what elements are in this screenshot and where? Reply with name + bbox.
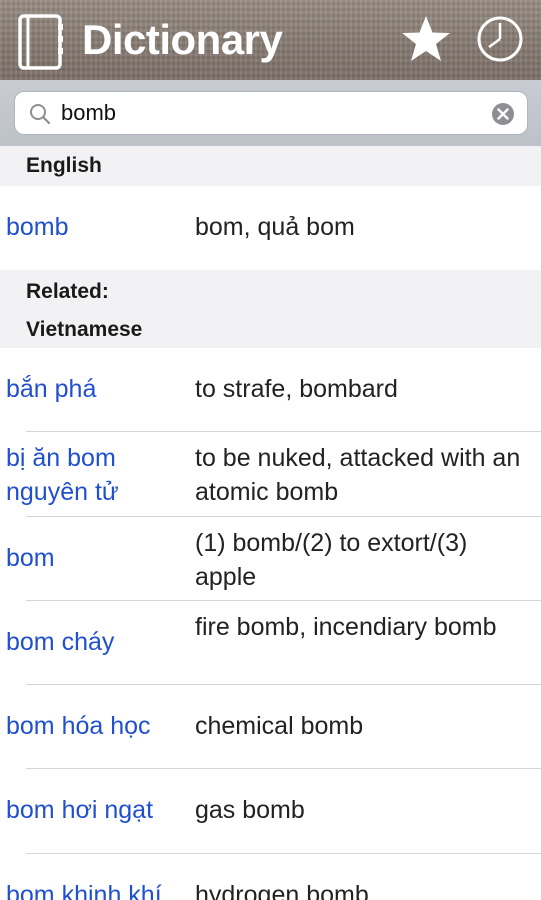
result-row[interactable]: bom hơi ngạt gas bomb [0, 769, 541, 854]
result-definition: chemical bomb [195, 712, 364, 740]
result-row[interactable]: bắn phá to strafe, bombard [0, 348, 541, 432]
app-title: Dictionary [82, 16, 283, 63]
result-term[interactable]: bom [6, 541, 190, 575]
section-header-vietnamese: Vietnamese [26, 318, 143, 341]
search-icon [30, 104, 51, 125]
book-icon[interactable] [17, 14, 65, 70]
result-term[interactable]: bom khinh khí [6, 878, 190, 900]
result-term[interactable]: bị ăn bom nguyên tử [6, 441, 190, 509]
clock-icon[interactable] [475, 14, 525, 64]
search-input[interactable] [61, 92, 481, 134]
app-header: Dictionary [0, 0, 541, 80]
star-icon[interactable] [400, 14, 452, 64]
search-bar [0, 80, 541, 146]
result-row[interactable]: bị ăn bom nguyên tử to be nuked, attacke… [0, 432, 541, 517]
result-definition: (1) bomb/(2) to extort/(3) apple [195, 529, 468, 591]
result-term[interactable]: bom hơi ngạt [6, 793, 190, 827]
result-definition: fire bomb, incendiary bomb [195, 613, 497, 641]
result-definition: to be nuked, attacked with an atomic bom… [195, 444, 521, 506]
search-field[interactable] [14, 91, 528, 135]
section-header-english: English [0, 146, 541, 186]
result-row[interactable]: bom cháy fire bomb, incendiary bomb [0, 601, 541, 685]
result-definition: bom, quả bom [195, 213, 355, 241]
result-row[interactable]: bom (1) bomb/(2) to extort/(3) apple [0, 517, 541, 601]
result-definition: to strafe, bombard [195, 375, 398, 403]
result-term[interactable]: bắn phá [6, 372, 190, 406]
result-row[interactable]: bom khinh khí hydrogen bomb [0, 854, 541, 900]
result-definition: gas bomb [195, 796, 305, 824]
result-row-english[interactable]: bomb bom, quả bom [0, 186, 541, 270]
section-header-related: Related: Vietnamese [0, 270, 541, 348]
related-label: Related: [26, 280, 109, 303]
result-term[interactable]: bomb [6, 210, 190, 244]
result-row[interactable]: bom hóa học chemical bomb [0, 685, 541, 769]
clear-icon[interactable] [491, 102, 515, 126]
result-term[interactable]: bom hóa học [6, 709, 190, 743]
result-definition: hydrogen bomb [195, 881, 369, 900]
result-term[interactable]: bom cháy [6, 625, 190, 659]
